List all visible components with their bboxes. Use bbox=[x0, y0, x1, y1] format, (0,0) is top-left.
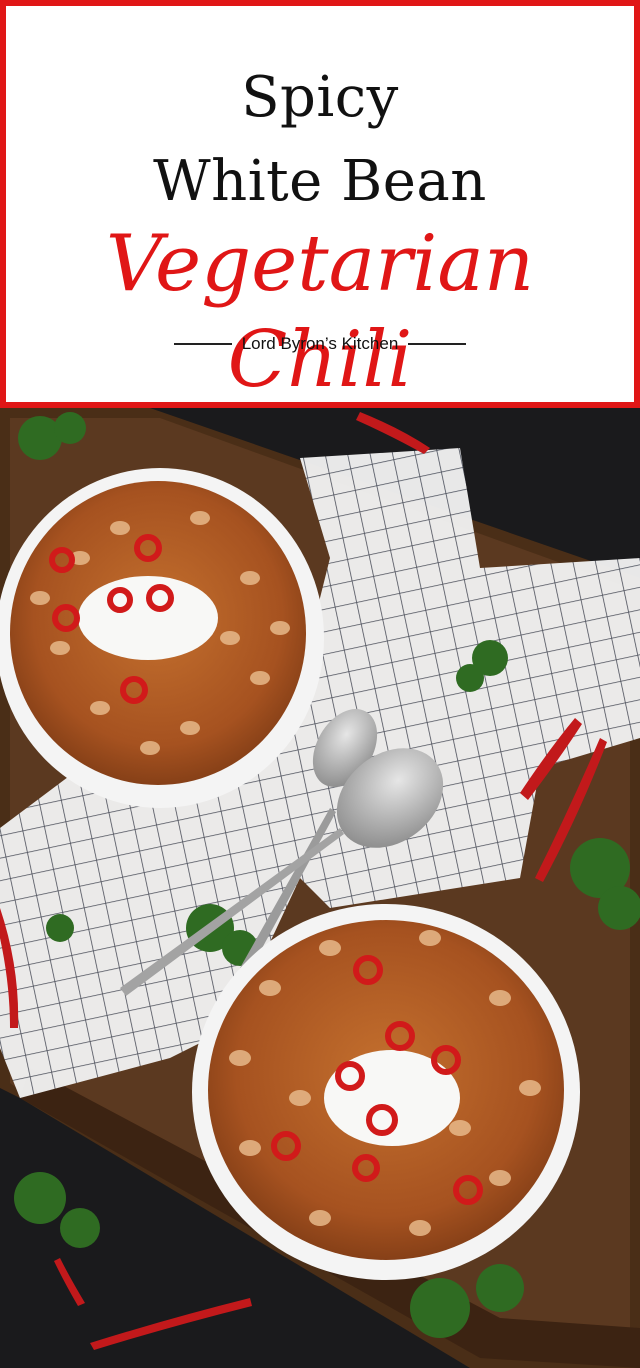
pin-image: Spicy White Bean Vegetarian Chili Lord B… bbox=[0, 0, 640, 1368]
food-photo bbox=[0, 408, 640, 1368]
byline-text: Lord Byron’s Kitchen bbox=[241, 334, 399, 353]
title-card: Spicy White Bean Vegetarian Chili Lord B… bbox=[0, 0, 640, 408]
byline: Lord Byron’s Kitchen bbox=[6, 334, 634, 354]
title-line-2: White Bean bbox=[153, 149, 487, 214]
byline-rule-right bbox=[408, 343, 467, 345]
bowl-icon bbox=[0, 468, 324, 808]
title-line-3: Vegetarian Chili bbox=[105, 219, 535, 405]
title-line-1: Spicy bbox=[241, 65, 399, 130]
bowl-icon-2 bbox=[192, 904, 580, 1280]
byline-rule-left bbox=[173, 343, 232, 345]
